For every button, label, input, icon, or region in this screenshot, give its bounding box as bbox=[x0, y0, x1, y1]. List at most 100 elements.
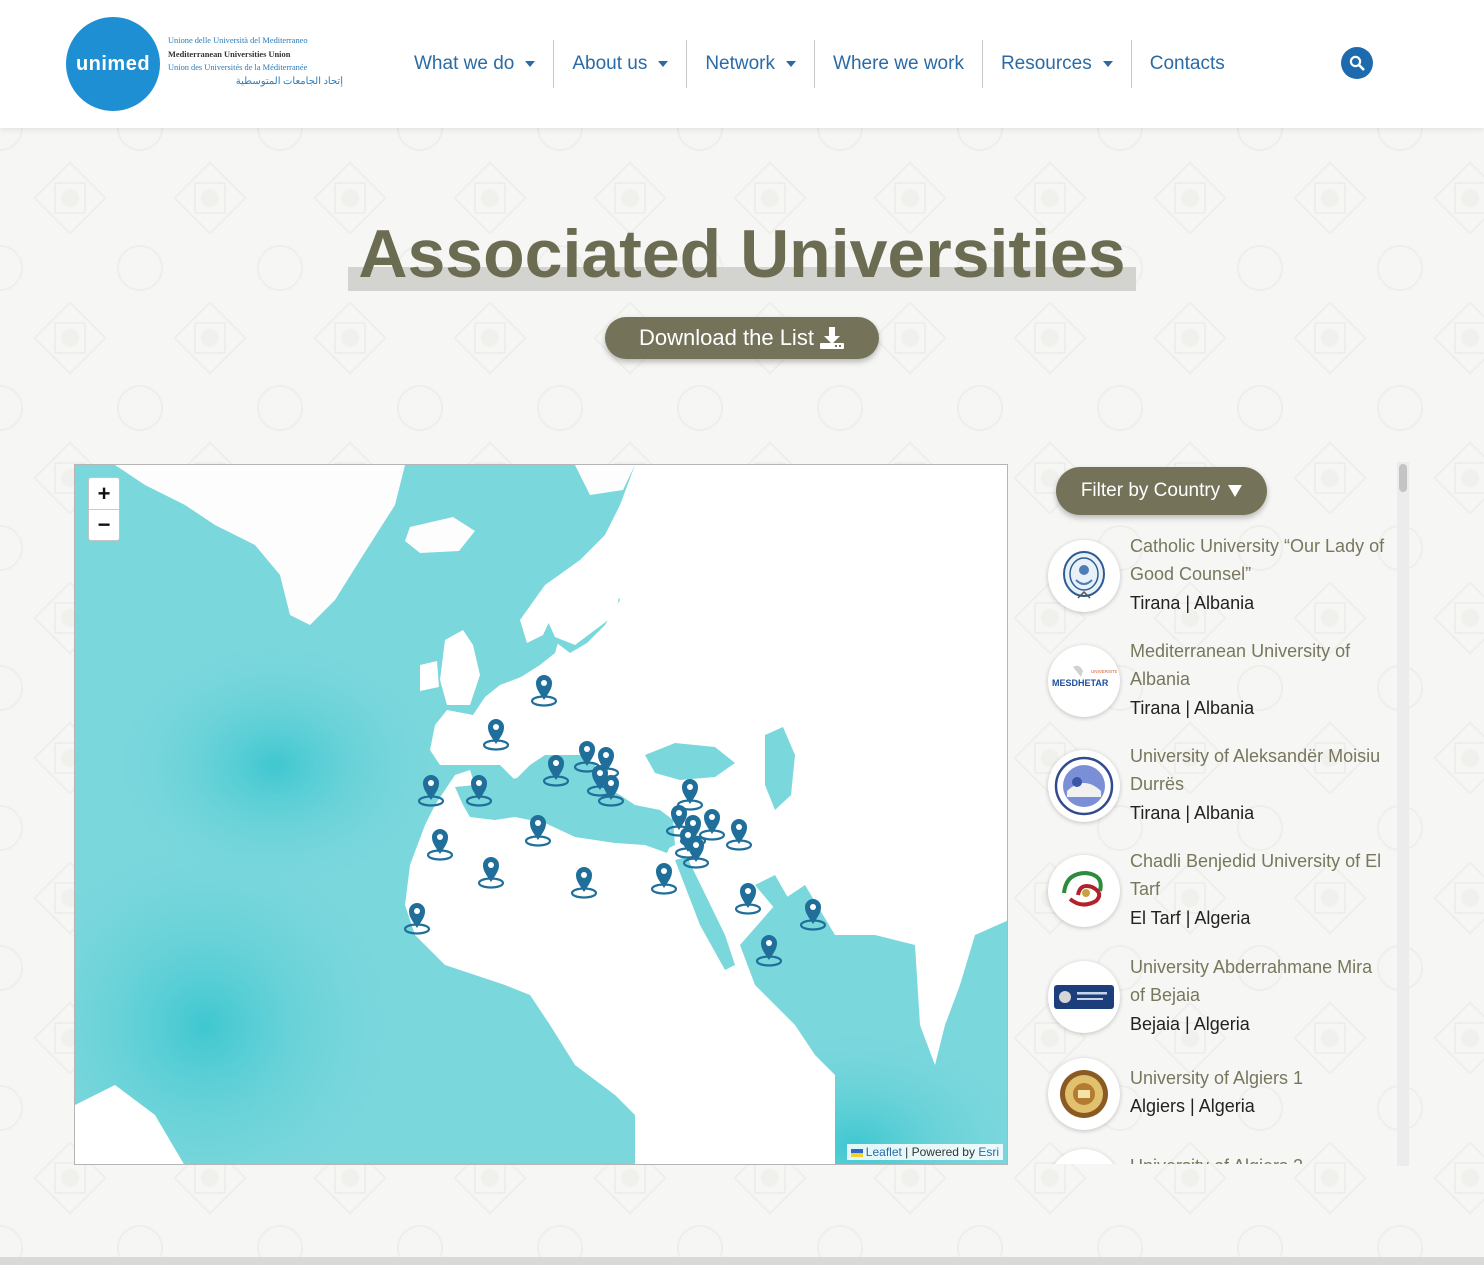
page-title: Associated Universities bbox=[358, 216, 1126, 292]
attribution-separator: | Powered by bbox=[901, 1145, 979, 1159]
map-pin-icon[interactable] bbox=[596, 769, 626, 809]
footer-band bbox=[0, 1257, 1484, 1265]
map-pin-icon[interactable] bbox=[476, 851, 506, 891]
map-attribution: Leaflet | Powered by Esri bbox=[846, 1144, 1003, 1160]
map-pin-icon[interactable] bbox=[425, 823, 455, 863]
download-list-button[interactable]: Download the List bbox=[605, 317, 879, 359]
university-logo bbox=[1048, 961, 1120, 1033]
mesdhetar-logo: UNIVERSITETI MESDHETAR bbox=[1052, 665, 1117, 688]
nav-label: About us bbox=[572, 53, 648, 74]
logo-text: unimed bbox=[75, 52, 151, 75]
logo-line-italian: Unione delle Università del Mediterraneo bbox=[168, 36, 308, 45]
leaflet-link[interactable]: Leaflet bbox=[866, 1145, 902, 1159]
title-block: Associated Universities bbox=[348, 215, 1136, 295]
university-location: Bejaia | Algeria bbox=[1130, 1014, 1250, 1034]
logo-line-arabic: إتحاد الجامعات المتوسطية bbox=[235, 75, 343, 87]
university-logo bbox=[1048, 540, 1120, 612]
nav-contacts[interactable]: Contacts bbox=[1130, 40, 1243, 88]
university-name[interactable]: University of Algiers 1 bbox=[1130, 1064, 1385, 1092]
list-item[interactable]: University of Aleksandër Moisiu Durrës T… bbox=[1040, 742, 1392, 842]
nav-where-we-work[interactable]: Where we work bbox=[814, 40, 982, 88]
university-name[interactable]: University Abderrahmane Mira of Bejaia bbox=[1130, 953, 1385, 1009]
university-location: El Tarf | Algeria bbox=[1130, 908, 1251, 928]
university-name[interactable]: Mediterranean University of Albania bbox=[1130, 637, 1385, 693]
search-icon bbox=[1349, 55, 1365, 71]
university-logo bbox=[1048, 1149, 1120, 1164]
nav-label: Resources bbox=[1000, 53, 1092, 74]
map-pin-icon[interactable] bbox=[402, 897, 432, 937]
seal-icon bbox=[1054, 756, 1114, 816]
caret-down-icon bbox=[525, 61, 536, 67]
university-logo bbox=[1048, 1058, 1120, 1130]
nav-about-us[interactable]: About us bbox=[553, 40, 686, 88]
logo-line-french: Union des Universités de la Méditerranée bbox=[168, 63, 308, 73]
seal-icon bbox=[1060, 1070, 1108, 1118]
map-pin-icon[interactable] bbox=[733, 877, 763, 917]
list-item[interactable]: Catholic University “Our Lady of Good Co… bbox=[1040, 532, 1392, 632]
map-pin-icon[interactable] bbox=[541, 749, 571, 789]
university-location: Tirana | Albania bbox=[1130, 698, 1255, 718]
list-scrollbar[interactable] bbox=[1397, 462, 1409, 1166]
scrollbar-thumb[interactable] bbox=[1399, 464, 1407, 492]
nav-what-we-do[interactable]: What we do bbox=[396, 40, 553, 88]
download-label: Download the List bbox=[639, 325, 814, 350]
caret-down-icon bbox=[1102, 61, 1113, 67]
nav-label: Network bbox=[705, 53, 776, 74]
map-pin-icon[interactable] bbox=[464, 769, 494, 809]
triangle-down-icon bbox=[1228, 485, 1243, 497]
map-pin-icon[interactable] bbox=[649, 857, 679, 897]
zoom-out-button[interactable]: − bbox=[89, 509, 119, 540]
unimed-logo[interactable]: unimed bbox=[66, 17, 160, 111]
zoom-control: + − bbox=[88, 477, 120, 541]
nav-label: What we do bbox=[414, 53, 515, 74]
main-nav: What we do About us Network Where we wor… bbox=[396, 40, 1243, 88]
logo-line-english: Mediterranean Universities Union bbox=[168, 49, 291, 59]
universities-map[interactable]: + − Leaflet | Powered by Esri bbox=[74, 464, 1008, 1165]
map-pin-icon[interactable] bbox=[569, 861, 599, 901]
list-item[interactable]: University of Algiers 1 Algiers | Algeri… bbox=[1040, 1058, 1392, 1149]
ukraine-flag-icon bbox=[850, 1148, 863, 1157]
zoom-in-button[interactable]: + bbox=[89, 478, 119, 509]
university-location: Algiers | Algeria bbox=[1130, 1096, 1255, 1116]
svg-text:UNIVERSITETI: UNIVERSITETI bbox=[1091, 669, 1117, 674]
university-name[interactable]: Chadli Benjedid University of El Tarf bbox=[1130, 847, 1385, 903]
download-icon bbox=[819, 327, 844, 349]
nav-resources[interactable]: Resources bbox=[981, 40, 1131, 88]
map-pin-icon[interactable] bbox=[416, 769, 446, 809]
map-pin-icon[interactable] bbox=[523, 809, 553, 849]
swirl-logo bbox=[1062, 870, 1103, 907]
filter-label: Filter by Country bbox=[1080, 480, 1221, 501]
university-name[interactable]: Catholic University “Our Lady of Good Co… bbox=[1130, 532, 1385, 588]
caret-down-icon bbox=[658, 61, 669, 67]
site-header: unimed Unione delle Università del Medit… bbox=[0, 0, 1484, 128]
esri-link[interactable]: Esri bbox=[978, 1145, 999, 1159]
list-item[interactable]: Chadli Benjedid University of El Tarf El… bbox=[1040, 847, 1392, 947]
map-pin-icon[interactable] bbox=[681, 831, 711, 871]
university-name[interactable]: University of Aleksandër Moisiu Durrës bbox=[1130, 742, 1385, 798]
filter-by-country-button[interactable]: Filter by Country bbox=[1056, 467, 1267, 515]
list-item[interactable]: University of Algiers 2 bbox=[1040, 1149, 1392, 1164]
university-name[interactable]: University of Algiers 2 bbox=[1130, 1152, 1385, 1164]
list-item[interactable]: UNIVERSITETI MESDHETAR Mediterranean Uni… bbox=[1040, 637, 1392, 737]
university-list[interactable]: Catholic University “Our Lady of Good Co… bbox=[1040, 530, 1392, 1164]
university-logo bbox=[1048, 855, 1120, 927]
logo-tagline: Unione delle Università del Mediterraneo… bbox=[168, 34, 343, 88]
university-location: Tirana | Albania bbox=[1130, 593, 1255, 613]
caret-down-icon bbox=[786, 61, 797, 67]
mesdhetar-logo-text: MESDHETAR bbox=[1052, 678, 1109, 688]
list-item[interactable]: University Abderrahmane Mira of Bejaia B… bbox=[1040, 953, 1392, 1053]
map-pin-icon[interactable] bbox=[529, 669, 559, 709]
nav-label: Where we work bbox=[833, 53, 964, 74]
nav-label: Contacts bbox=[1149, 53, 1225, 74]
map-pin-icon[interactable] bbox=[754, 929, 784, 969]
map-pin-icon[interactable] bbox=[724, 813, 754, 853]
university-location: Tirana | Albania bbox=[1130, 803, 1255, 823]
badge-logo bbox=[1054, 985, 1114, 1009]
map-pin-icon[interactable] bbox=[481, 713, 511, 753]
university-logo: UNIVERSITETI MESDHETAR bbox=[1048, 645, 1120, 717]
university-logo bbox=[1048, 750, 1120, 822]
nav-network[interactable]: Network bbox=[686, 40, 814, 88]
map-pin-icon[interactable] bbox=[798, 893, 828, 933]
seal-icon bbox=[1063, 551, 1105, 599]
search-button[interactable] bbox=[1341, 47, 1373, 79]
